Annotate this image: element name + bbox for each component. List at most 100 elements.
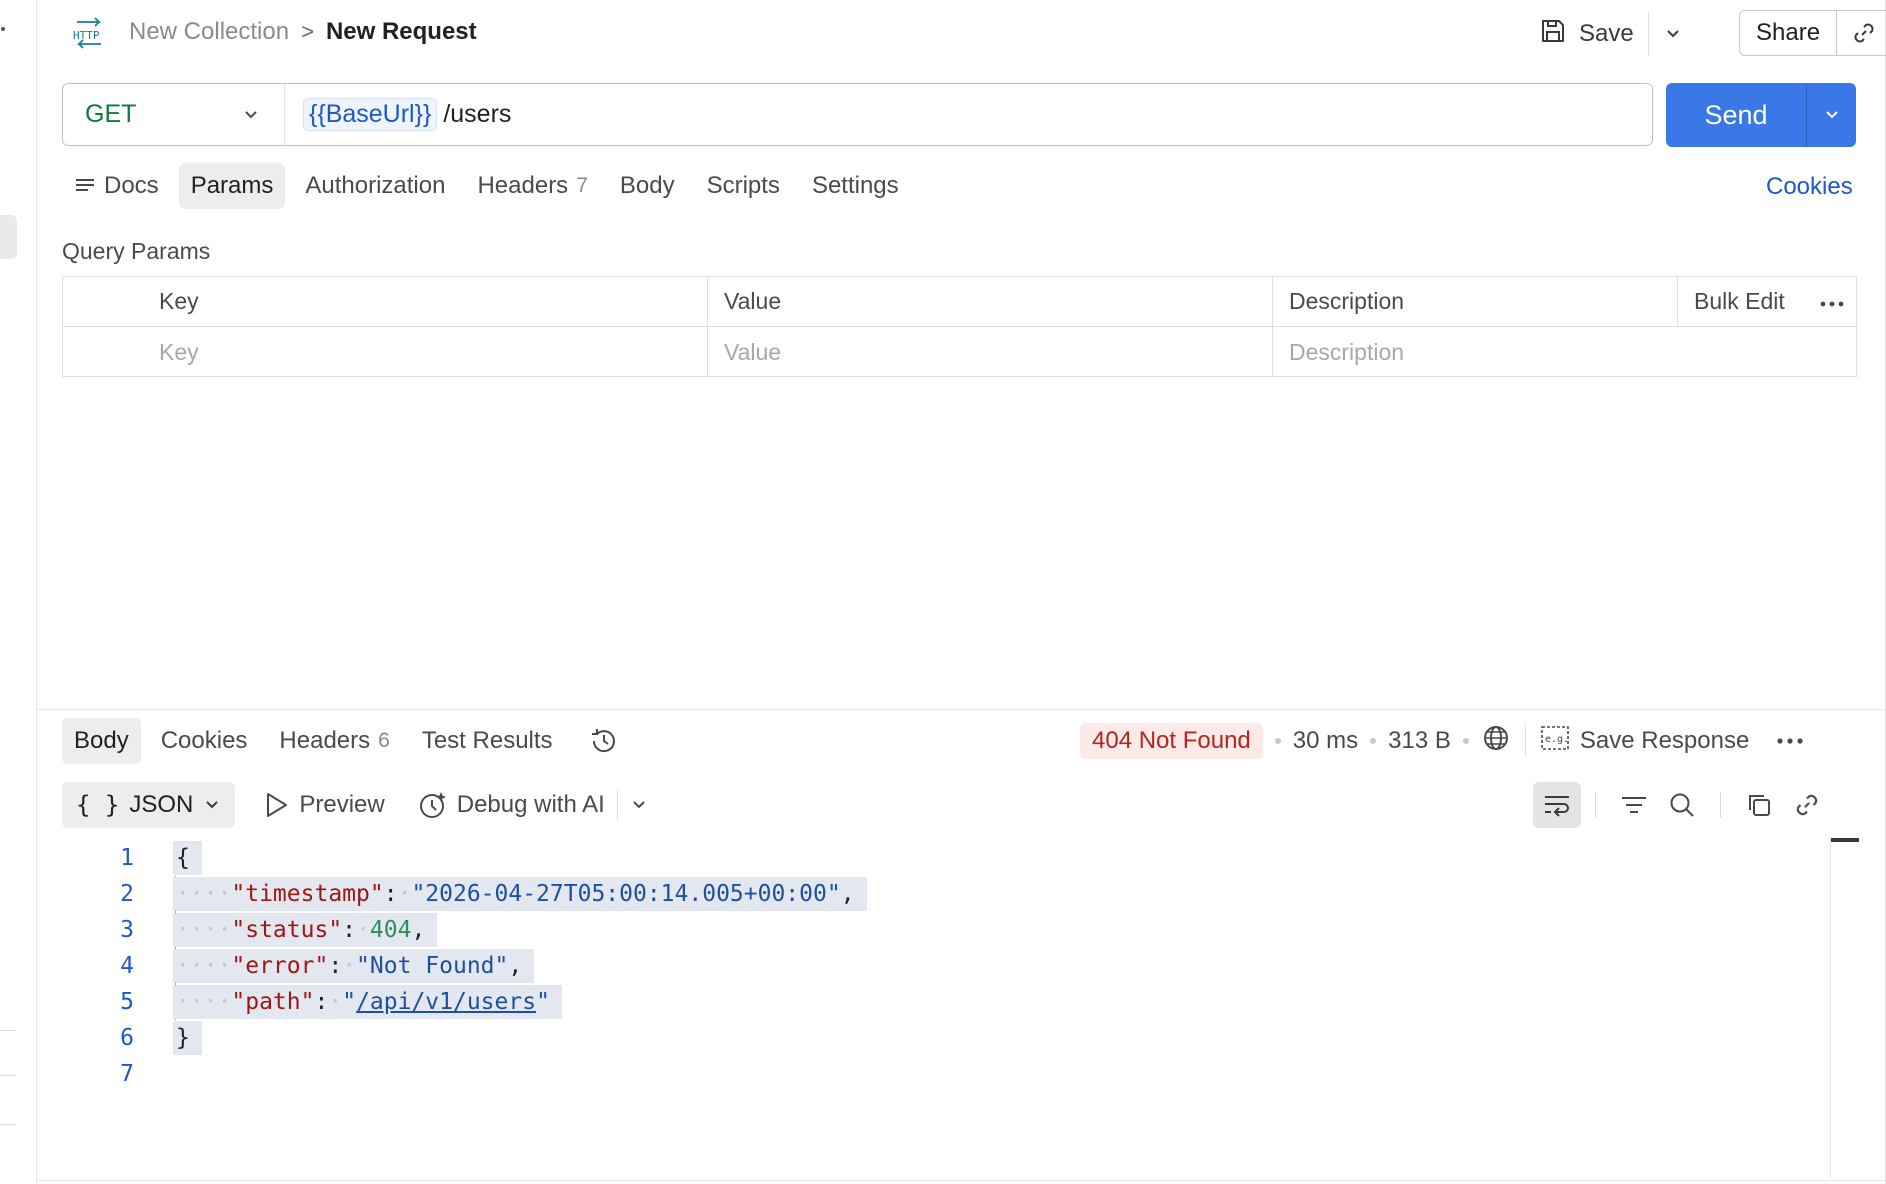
tab-response-cookies[interactable]: Cookies (149, 718, 260, 764)
chevron-down-icon (633, 801, 645, 809)
response-meta: 404 Not Found 30 ms 313 B e.g. Save Resp… (1080, 721, 1805, 761)
meta-separator (1274, 738, 1281, 744)
response-size[interactable]: 313 B (1388, 727, 1451, 755)
meta-separator (1370, 738, 1377, 744)
method-select[interactable]: GET (63, 84, 285, 145)
bulk-edit-button[interactable]: Bulk Edit (1694, 288, 1785, 315)
breadcrumb-collection[interactable]: New Collection (129, 18, 289, 46)
globe-icon[interactable] (1481, 723, 1511, 760)
copy-link-button[interactable] (1783, 782, 1831, 828)
format-label: JSON (129, 791, 194, 818)
cookies-link[interactable]: Cookies (1766, 173, 1853, 201)
meta-divider (1524, 726, 1526, 756)
column-header-key: Key (63, 277, 708, 326)
description-input[interactable]: Description (1273, 327, 1856, 377)
more-icon[interactable] (1775, 736, 1805, 746)
breadcrumb-request[interactable]: New Request (326, 18, 477, 46)
tool-divider (1720, 792, 1721, 818)
line-number: 6 (120, 1025, 134, 1051)
status-badge[interactable]: 404 Not Found (1080, 723, 1263, 759)
preview-button[interactable]: Preview (263, 791, 385, 819)
key-input[interactable]: Key (63, 327, 708, 377)
code-line: 7 (62, 1056, 1830, 1092)
url-variable[interactable]: {{BaseUrl}} (303, 98, 438, 131)
query-params-table: Key Value Description Bulk Edit Key Valu… (62, 276, 1857, 377)
response-body-code[interactable]: 1 { 2 ···· "timestamp": · "2026-04-27T05:00… (62, 840, 1830, 1092)
tab-headers-label: Headers (477, 172, 569, 199)
tab-params[interactable]: Params (178, 163, 286, 209)
sidebar-divider (0, 1030, 16, 1031)
json-key: "timestamp" (231, 881, 384, 907)
tab-scripts[interactable]: Scripts (695, 163, 792, 209)
json-string: "Not Found" (356, 953, 509, 979)
save-options-button[interactable] (1653, 12, 1693, 56)
response-time[interactable]: 30 ms (1293, 727, 1358, 755)
url-input[interactable]: {{BaseUrl}} /users (285, 98, 511, 131)
scrollbar[interactable] (1830, 838, 1831, 1178)
chevron-down-icon (1666, 30, 1679, 38)
wrap-lines-button[interactable] (1533, 782, 1581, 828)
code-line: 4 ···· "error": · "Not Found", (62, 948, 1830, 984)
debug-with-ai-button[interactable]: Debug with AI (417, 789, 605, 821)
response-tabs: Body Cookies Headers 6 Test Results (62, 718, 621, 764)
tab-authorization[interactable]: Authorization (293, 163, 457, 209)
column-header-value: Value (708, 277, 1273, 326)
request-tabs: Docs Params Authorization Headers 7 Body… (62, 163, 919, 209)
debug-options-button[interactable] (630, 796, 648, 814)
response-divider[interactable] (37, 709, 1886, 710)
link-icon (1796, 794, 1818, 816)
tab-response-headers[interactable]: Headers 6 (267, 718, 401, 764)
line-number: 5 (120, 989, 134, 1015)
code-line: 3 ···· "status": · 404, (62, 912, 1830, 948)
search-button[interactable] (1658, 782, 1706, 828)
send-options-button[interactable] (1807, 83, 1856, 147)
format-select[interactable]: { } JSON (62, 782, 236, 828)
json-string: "2026-04-27T05:00:14.005+00:00" (411, 881, 841, 907)
filter-icon (1622, 797, 1646, 813)
sidebar-collapse-handle[interactable] (0, 215, 17, 259)
save-label: Save (1579, 20, 1634, 47)
copy-button[interactable] (1735, 782, 1783, 828)
more-icon[interactable] (1818, 288, 1846, 315)
save-divider (1647, 12, 1649, 56)
chevron-down-icon (245, 110, 257, 118)
copy-link-button[interactable] (1837, 11, 1886, 55)
docs-icon (76, 179, 94, 191)
json-brace: } (176, 1025, 190, 1051)
http-icon: HTTP (69, 14, 109, 50)
scrollbar-thumb[interactable] (1831, 838, 1859, 842)
bulk-edit-cell: Bulk Edit (1678, 277, 1856, 326)
history-icon[interactable] (587, 724, 621, 758)
save-response-label: Save Response (1579, 727, 1750, 754)
tool-divider (1595, 792, 1596, 818)
line-number: 1 (120, 845, 134, 871)
value-input[interactable]: Value (708, 327, 1273, 377)
tab-headers[interactable]: Headers 7 (465, 163, 599, 209)
query-params-title: Query Params (62, 238, 211, 264)
svg-text:HTTP: HTTP (73, 29, 100, 42)
send-button[interactable]: Send (1666, 83, 1807, 147)
filter-button[interactable] (1610, 782, 1658, 828)
json-quote: " (342, 989, 357, 1015)
save-icon (1539, 17, 1567, 52)
request-header: HTTP New Collection > New Request Save S… (37, 0, 1886, 66)
breadcrumb-separator: > (301, 19, 314, 44)
response-viewer-bar: { } JSON Preview Debug with AI (62, 782, 648, 828)
tab-response-headers-count: 6 (378, 729, 390, 752)
json-link[interactable]: /api/v1/users (356, 989, 536, 1015)
tab-docs[interactable]: Docs (62, 163, 171, 209)
share-button[interactable]: Share (1740, 11, 1838, 55)
tab-body[interactable]: Body (608, 163, 687, 209)
save-button[interactable]: Save (1529, 17, 1644, 52)
chevron-down-icon (1825, 111, 1838, 119)
debug-label: Debug with AI (456, 791, 605, 818)
tab-response-headers-label: Headers (279, 727, 371, 754)
tab-settings[interactable]: Settings (800, 163, 911, 209)
json-key: "status" (231, 917, 343, 943)
tab-response-body[interactable]: Body (62, 718, 141, 764)
json-brace: { (176, 845, 190, 871)
tab-test-results[interactable]: Test Results (410, 718, 565, 764)
search-icon (1670, 793, 1694, 817)
json-key: "error" (231, 953, 329, 979)
save-response-button[interactable]: e.g. Save Response (1540, 725, 1749, 758)
